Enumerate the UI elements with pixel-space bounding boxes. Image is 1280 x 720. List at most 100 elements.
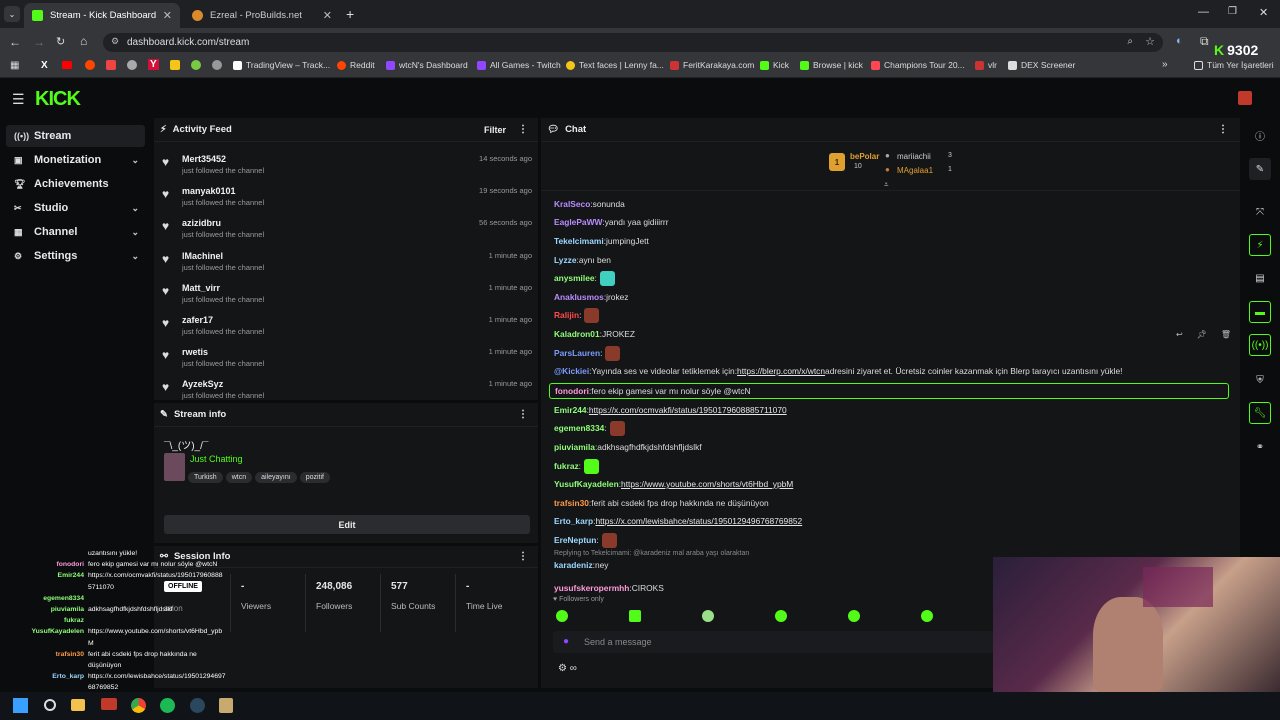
close-tab-icon[interactable]: ✕ [163,9,172,22]
chat-link[interactable]: https://blerp.com/x/wtcn [737,366,825,376]
chat-message[interactable]: Ralijin: [554,307,600,323]
chat-message[interactable]: trafsin30: ferit abi csdeki fps drop hak… [554,496,769,510]
address-bar[interactable]: ⚙ dashboard.kick.com/stream ⌕ ☆ [103,33,1163,52]
chat-username[interactable]: fonodori [555,386,589,396]
chat-message[interactable]: fonodori: fero ekip gamesi var mı nolur … [549,383,1229,399]
chrome-bookmark-icon[interactable] [127,60,137,70]
sidebar-item-stream[interactable]: ((•)) Stream [6,125,145,147]
chat-username[interactable]: yusufskeropermhh [554,583,629,593]
feed-item[interactable]: ♥ manyak0101 just followed the channel 19 s… [162,182,532,214]
emote-icon[interactable] [921,610,933,622]
chat-link[interactable]: https://www.youtube.com/shorts/vt6Hbd_yp… [621,479,793,489]
chat-message[interactable]: Erto_karp: https://x.com/lewisbahce/stat… [554,514,802,528]
minimize-icon[interactable]: — [1198,6,1209,18]
share-icon[interactable]: ⚭ [1249,436,1271,458]
kick-logo[interactable]: KICK [35,88,81,111]
imdb-bookmark-icon[interactable] [170,60,180,70]
gmail-bookmark-icon[interactable] [106,60,116,70]
android-bookmark-icon[interactable] [191,60,201,70]
league-client-icon[interactable] [219,698,233,713]
bookmark-text-faces[interactable]: Text faces | Lenny fa... [566,60,664,70]
menu-hamburger-icon[interactable]: ☰ [12,91,25,108]
steam-icon[interactable] [190,698,205,713]
chat-message[interactable]: KralSeco: sonunda [554,197,625,211]
chat-message[interactable]: EaglePaWW: yandı yaa gidiiirrr [554,215,669,229]
info-icon[interactable]: ⓘ [1249,124,1271,146]
pin-icon[interactable]: 📌︎ [1197,330,1207,346]
feed-item[interactable]: ♥ rwetis just followed the channel 1 minute… [162,343,532,375]
bookmark-twitch[interactable]: All Games - Twitch [477,60,561,70]
bookmark-feritkarakaya[interactable]: FeritKarakaya.com [670,60,754,70]
chat-toggle-icon[interactable]: ▬ [1249,301,1271,323]
chat-message[interactable]: EreNeptun: [554,532,617,548]
reddit-bookmark-icon[interactable] [85,60,95,70]
bookmark-wtcn-dashboard[interactable]: wtcN's Dashboard [386,60,468,70]
expand-leaderboard-icon[interactable]: ⩡ [884,180,889,190]
chat-message[interactable]: @Kickiei: Yayında ses ve videolar tetikl… [554,364,1122,378]
stream-category[interactable]: Just Chatting [190,454,243,464]
tab-probuilds[interactable]: Ezreal - ProBuilds.net ✕ [184,3,340,28]
more-options-icon[interactable]: ⋮ [518,551,528,562]
emote-icon[interactable] [702,610,714,622]
sidebar-item-studio[interactable]: ✂ Studio ⌄ [6,197,145,219]
new-tab-icon[interactable]: + [346,6,354,22]
chat-message[interactable]: Anaklusmos: jrokez [554,290,628,304]
all-bookmarks-folder[interactable]: Tüm Yer İşaretleri [1194,60,1274,70]
chat-username[interactable]: piuviamila [554,442,595,452]
broadcast-toggle-icon[interactable]: ((•)) [1249,334,1271,356]
emote-icon[interactable] [629,610,641,622]
edit-stream-button[interactable]: Edit [164,515,530,534]
bookmark-kick[interactable]: Kick [760,60,789,70]
chat-message[interactable]: Tekelcimami: jumpingJett [554,234,649,248]
bookmark-star-icon[interactable]: ☆ [1145,35,1155,48]
chat-username[interactable]: ParsLauren [554,348,600,358]
chat-message[interactable]: yusufskeropermhh: CIROKS [554,581,664,595]
reload-icon[interactable]: ↻ [56,35,65,48]
reply-icon[interactable]: ↩ [1176,330,1183,346]
chat-username[interactable]: Erto_karp [554,516,593,526]
chat-message[interactable]: Lyzze: aynı ben [554,253,611,267]
site-info-icon[interactable]: ⚙ [111,36,119,47]
follower-name[interactable]: Mert35452 [182,154,226,164]
follower-name[interactable]: rwetis [182,347,208,357]
chat-message[interactable]: karadeniz: ney [554,558,608,572]
more-options-icon[interactable]: ⋮ [518,409,528,420]
chrome-icon[interactable] [131,698,146,713]
feed-item[interactable]: ♥ zafer17 just followed the channel 1 minut… [162,311,532,343]
chat-username[interactable]: @Kickiei [554,366,589,376]
windows-start-icon[interactable] [13,698,28,713]
edit-icon[interactable]: ✎ [1249,158,1271,180]
spotify-icon[interactable] [160,698,175,713]
y-bookmark-icon[interactable]: Y [148,59,159,70]
more-bookmarks-icon[interactable]: » [1162,59,1168,70]
close-tab-icon[interactable]: ✕ [323,9,332,22]
follower-name[interactable]: azizidbru [182,218,221,228]
feed-item[interactable]: ♥ azizidbru just followed the channel 56 se… [162,214,532,246]
feed-item[interactable]: ♥ Mert35452 just followed the channel 14 se… [162,150,532,182]
chat-username[interactable]: karadeniz [554,560,593,570]
emote-icon[interactable] [775,610,787,622]
microphone-icon[interactable]: ● [563,636,569,647]
chat-username[interactable]: YusufKayadelen [554,479,619,489]
chat-message[interactable]: piuviamila: adkhsagfhdfkjdshfdshfljdslkf [554,440,702,454]
forward-icon[interactable]: → [33,35,45,49]
chat-username[interactable]: Ralijin [554,310,579,320]
chat-link[interactable]: https://x.com/lewisbahce/status/19501294… [595,516,802,526]
more-options-icon[interactable]: ⋮ [1218,124,1228,135]
chat-message[interactable]: egemen8334: [554,420,625,436]
chat-message[interactable]: Emir244: https://x.com/ocmvakfi/status/1… [554,403,787,417]
chat-username[interactable]: anysmilee [554,273,595,283]
chat-message[interactable]: fukraz: [554,458,599,474]
feed-item[interactable]: ♥ lMachinel just followed the channel 1 min… [162,247,532,279]
bookmark-champions-tour[interactable]: Champions Tour 20... [871,60,965,70]
delete-icon[interactable]: 🗑︎ [1221,330,1231,346]
bookmark-dex-screener[interactable]: DEX Screener [1008,60,1075,70]
app-icon[interactable] [101,698,117,710]
home-icon[interactable]: ⌂ [80,34,87,48]
chat-username[interactable]: egemen8334 [554,423,604,433]
chat-username[interactable]: Anaklusmos [554,292,604,302]
youtube-bookmark-icon[interactable] [62,61,72,69]
restore-icon[interactable]: ❐ [1228,6,1237,17]
tools-icon[interactable]: 🔧︎ [1249,402,1271,424]
sidebar-item-monetization[interactable]: ▣ Monetization ⌄ [6,149,145,171]
